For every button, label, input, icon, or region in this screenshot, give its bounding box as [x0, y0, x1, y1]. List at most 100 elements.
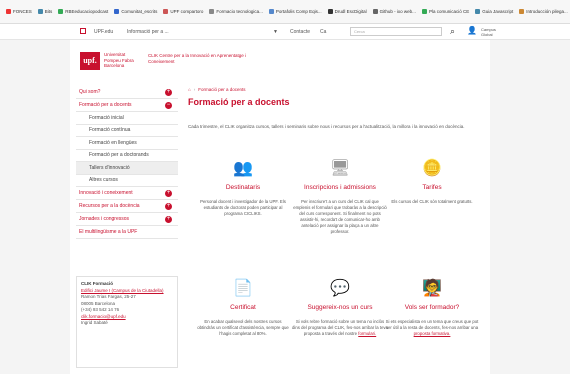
- bookmark-icon: [209, 9, 215, 14]
- sidebar-item[interactable]: El multilingüisme a la UPF: [76, 226, 178, 239]
- search-icon[interactable]: ⌕: [450, 26, 455, 37]
- sidebar-item[interactable]: Formació en llengües: [76, 137, 178, 150]
- account-link[interactable]: Campus Global: [481, 27, 499, 37]
- campus-link[interactable]: UPF.edu: [94, 29, 113, 35]
- bookmark-item[interactable]: FONCES: [6, 9, 32, 14]
- sidebar-item[interactable]: Recursos per a la docència +: [76, 200, 178, 213]
- bookmark-icon: [6, 9, 11, 14]
- breadcrumb-current[interactable]: Formació per a docents: [198, 87, 245, 92]
- bookmark-item[interactable]: Introducción pilega...: [519, 9, 568, 14]
- sidebar-item[interactable]: Formació per a docents −: [76, 99, 178, 112]
- sidebar-item[interactable]: Innovació i coneixement +: [76, 187, 178, 200]
- search-input[interactable]: Cerca: [350, 27, 442, 36]
- bookmark-label: Portafolis Comp Eqis...: [275, 9, 322, 14]
- home-icon[interactable]: [80, 28, 86, 34]
- card-text: Per inscriure't a un curs del CLIK cal q…: [292, 199, 388, 235]
- card-title[interactable]: Tarifes: [384, 184, 480, 191]
- bookmark-item[interactable]: Bits: [37, 9, 53, 14]
- card-title[interactable]: Inscripcions i admissions: [292, 184, 388, 191]
- breadcrumb-separator: ›: [193, 87, 196, 92]
- bookmark-label: Introducción pilega...: [526, 9, 568, 14]
- home-icon[interactable]: ⌂: [188, 87, 191, 92]
- sidebar-item[interactable]: Altres cursos: [76, 175, 178, 187]
- card-text-body: Si ets especialista en un tema que creus…: [385, 319, 479, 330]
- bookmark-item[interactable]: Drudl EscDigital: [327, 9, 367, 14]
- sidebar-item[interactable]: Formació inicial: [76, 112, 178, 125]
- card-text-body: Els cursos del CLIK són totalment gratuï…: [391, 199, 473, 204]
- bookmark-item[interactable]: Pla comunicació CE: [421, 9, 470, 14]
- bookmark-label: Pla comunicació CE: [428, 9, 470, 14]
- bookmark-item[interactable]: Formacio tecnologica...: [209, 9, 263, 14]
- bookmark-item[interactable]: Portafolis Comp Eqis...: [268, 9, 322, 14]
- sidebar-item-label: Recursos per a la docència: [79, 203, 140, 209]
- expand-icon[interactable]: +: [165, 189, 172, 197]
- department-name[interactable]: CLIK Centre per a la Innovació en Aprene…: [148, 53, 258, 64]
- sidebar-item-label: Qui som?: [79, 89, 101, 95]
- sidebar-item-label: Formació per a doctorands: [89, 152, 149, 159]
- sidebar-item-label: Formació per a docents: [79, 102, 132, 108]
- bookmark-item[interactable]: RBEeducaciopodcast: [58, 9, 108, 14]
- sidebar-item[interactable]: Formació per a doctorands: [76, 150, 178, 162]
- contact-person: Ingrid Sabaté: [81, 320, 108, 325]
- chat-icon: 💬: [330, 280, 350, 297]
- breadcrumb: ⌂ › Formació per a docents: [188, 87, 246, 92]
- card-text: En acabar qualsevol dels nostres cursos …: [195, 319, 291, 337]
- card-text: Personal docent i investigador de la UPF…: [195, 199, 291, 217]
- bookmark-label: Formacio tecnologica...: [216, 9, 263, 14]
- card-text-body: Personal docent i investigador de la UPF…: [200, 199, 286, 216]
- user-icon[interactable]: 👤: [467, 26, 477, 35]
- bookmarks-bar: FONCES Bits RBEeducaciopodcast Comunitat_es…: [0, 0, 570, 24]
- sidebar-item[interactable]: Tallers d'innovació: [76, 162, 178, 175]
- info-card: 💬 Suggereix-nos un curs Si vols rebre form…: [292, 278, 388, 337]
- bookmark-icon: [421, 9, 427, 14]
- bookmark-label: RBEeducaciopodcast: [65, 9, 109, 14]
- sidebar-item[interactable]: Qui som? +: [76, 86, 178, 99]
- bookmark-label: Bits: [44, 9, 53, 14]
- sidebar-item-label: Altres cursos: [89, 177, 118, 184]
- expand-icon[interactable]: +: [165, 88, 172, 96]
- collapse-icon[interactable]: −: [165, 101, 172, 109]
- upf-top-bar: UPF.edu Informació per a ... ▼ Contacte …: [0, 24, 570, 40]
- expand-icon[interactable]: +: [165, 215, 172, 223]
- card-link[interactable]: proposta formativa.: [414, 331, 451, 336]
- bookmark-icon: [327, 9, 333, 14]
- info-card: 🖥 Inscripcions i admissions Per inscriure'…: [292, 158, 388, 235]
- bookmark-item[interactable]: Github - ixo web...: [372, 9, 416, 14]
- language-selector[interactable]: Ca: [320, 29, 326, 35]
- trainer-icon: 🧑‍🏫: [422, 280, 442, 297]
- card-text: Si vols rebre formació sobre un tema no …: [292, 319, 388, 337]
- bookmark-label: FONCES: [13, 9, 32, 14]
- expand-icon[interactable]: +: [165, 202, 172, 210]
- card-text-body: Per inscriure't a un curs del CLIK cal q…: [293, 199, 387, 234]
- sidebar-item-label: Tallers d'innovació: [89, 164, 130, 171]
- chevron-down-icon[interactable]: ▼: [273, 29, 278, 35]
- bookmark-label: Comunitat_escrits: [121, 9, 158, 14]
- info-dropdown[interactable]: Informació per a ...: [127, 29, 169, 35]
- card-title[interactable]: Suggereix-nos un curs: [292, 304, 388, 311]
- card-title[interactable]: Destinataris: [195, 184, 291, 191]
- upf-logo[interactable]: upf. Universitat Pompeu Fabra Barcelona: [80, 52, 138, 70]
- card-link[interactable]: formulari.: [358, 331, 376, 336]
- sidebar-item-label: Formació inicial: [89, 114, 124, 121]
- info-card: 🧑‍🏫 Vols ser formador? Si ets especialista…: [384, 278, 480, 337]
- contact-link[interactable]: Contacte: [290, 29, 310, 35]
- info-card: 🪙 Tarifes Els cursos del CLIK són totalmen…: [384, 158, 480, 205]
- bookmark-icon: [37, 9, 43, 14]
- bookmark-item[interactable]: Guia Javascript: [475, 9, 513, 14]
- sidebar-item[interactable]: Jornades i congressos +: [76, 213, 178, 226]
- sidebar-item[interactable]: Formació contínua: [76, 125, 178, 137]
- sidebar-item-label: El multilingüisme a la UPF: [79, 229, 138, 235]
- group-icon: 👥: [233, 160, 253, 177]
- bookmark-item[interactable]: UPF compartoro: [163, 9, 203, 14]
- sidebar-item-label: Formació contínua: [89, 127, 131, 134]
- bookmark-icon: [163, 9, 169, 14]
- sidebar-menu: Qui som? + Formació per a docents − Formació…: [76, 86, 178, 239]
- bookmark-label: UPF compartoro: [170, 9, 204, 14]
- computer-icon: 🖥: [329, 160, 351, 177]
- card-title[interactable]: Certificat: [195, 304, 291, 311]
- bookmark-icon: [519, 9, 525, 14]
- bookmark-item[interactable]: Comunitat_escrits: [114, 9, 157, 14]
- card-title[interactable]: Vols ser formador?: [384, 304, 480, 311]
- sidebar-item-label: Innovació i coneixement: [79, 190, 133, 196]
- bookmark-label: Guia Javascript: [482, 9, 514, 14]
